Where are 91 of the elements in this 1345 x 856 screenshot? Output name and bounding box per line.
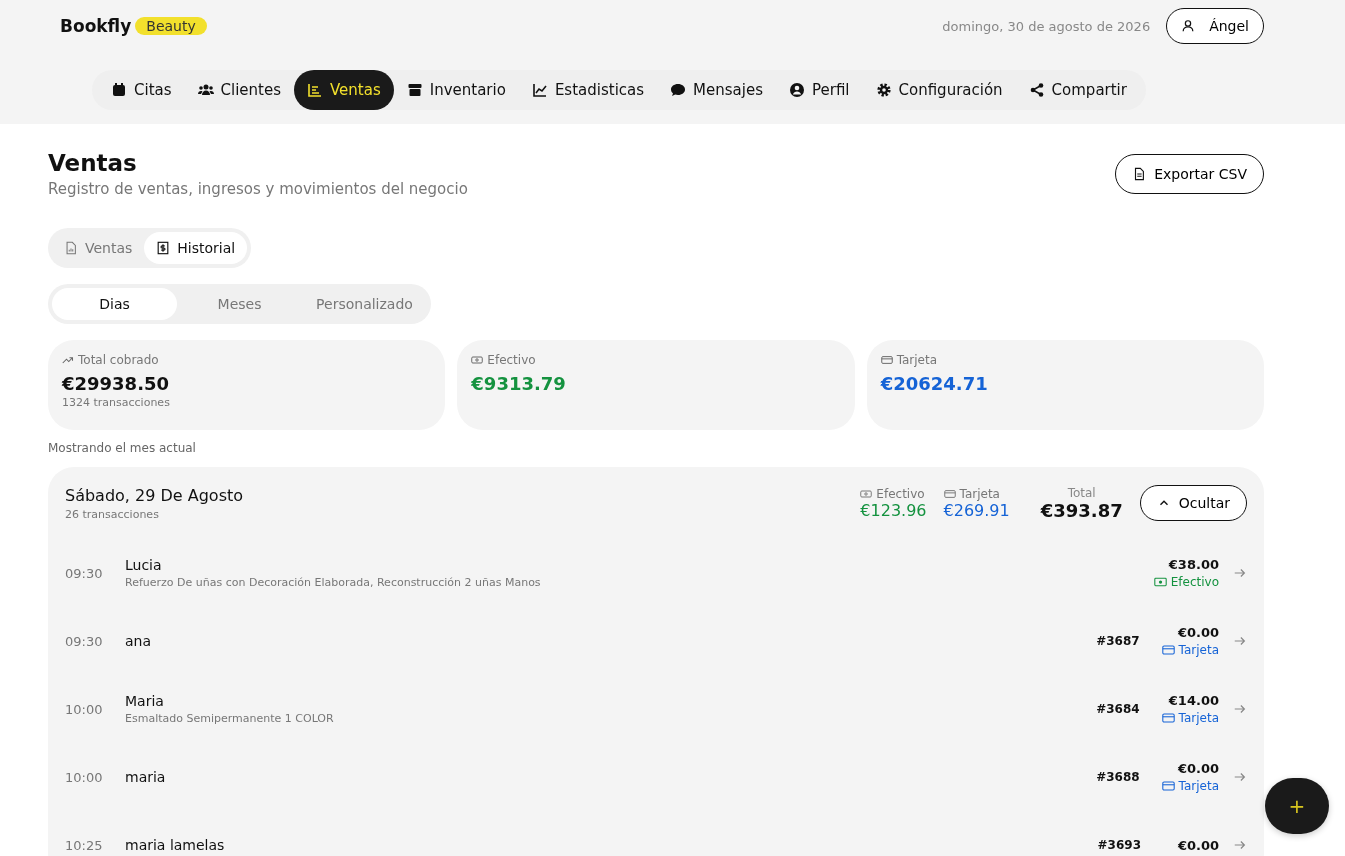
- share-icon: [1028, 82, 1045, 98]
- client-name: maria lamelas: [125, 837, 226, 853]
- card-note: 1324 transacciones: [62, 396, 171, 409]
- user-icon: [1181, 19, 1196, 33]
- nav-tab[interactable]: Configuración: [862, 70, 1016, 110]
- client-name: Maria: [125, 693, 165, 709]
- payment-method: Tarjeta: [1178, 711, 1219, 725]
- card-value: €20624.71: [880, 373, 989, 394]
- page-title: Ventas: [48, 150, 138, 176]
- day-total: €393.87: [1040, 499, 1123, 521]
- period-tab[interactable]: Personalizado: [302, 288, 427, 320]
- card-total: €269.91: [943, 500, 1010, 520]
- payment-method: Tarjeta: [1178, 779, 1219, 793]
- arrow-right-icon[interactable]: [1233, 770, 1247, 784]
- service-list: Esmaltado Semipermanente 1 COLOR: [125, 712, 1097, 725]
- stat-label: Total: [1066, 485, 1097, 500]
- nav-tab[interactable]: Perfil: [775, 70, 863, 110]
- add-button[interactable]: +: [1265, 778, 1329, 834]
- sale-amount: €0.00: [1176, 761, 1219, 776]
- chart-icon: [531, 82, 548, 98]
- document-icon: [64, 241, 78, 255]
- card-value: €9313.79: [471, 373, 567, 394]
- card-icon: [1161, 781, 1175, 791]
- sale-time: 09:30: [65, 565, 104, 581]
- sale-amount: €14.00: [1167, 693, 1219, 708]
- sale-amount: €0.00: [1176, 625, 1219, 640]
- ticket-number: #3687: [1096, 634, 1140, 648]
- box-icon: [406, 82, 423, 98]
- card-icon: [943, 487, 956, 500]
- export-button[interactable]: Exportar CSV: [1115, 154, 1264, 194]
- nav-tab[interactable]: Compartir: [1015, 70, 1140, 110]
- period-tab[interactable]: Dias: [52, 288, 177, 320]
- client-name: Lucia: [125, 557, 163, 573]
- sale-amount: €38.00: [1167, 557, 1219, 572]
- user-button[interactable]: Ángel: [1166, 8, 1264, 44]
- payment-method: Efectivo: [1170, 575, 1219, 589]
- sale-time: 10:00: [65, 769, 104, 785]
- stat-label: Tarjeta: [959, 486, 1000, 501]
- sale-time: 10:00: [65, 701, 104, 717]
- ticket-number: #3693: [1097, 838, 1141, 852]
- payment-method: Tarjeta: [1178, 643, 1219, 657]
- sale-amount: €0.00: [1176, 837, 1219, 853]
- cash-icon: [860, 487, 873, 500]
- cash-icon: [471, 354, 484, 366]
- trend-icon: [62, 354, 74, 366]
- gear-icon: [875, 82, 892, 98]
- cash-total: €123.96: [860, 500, 927, 520]
- card-icon: [1161, 645, 1175, 655]
- card-label: Efectivo: [487, 353, 536, 367]
- service-list: Refuerzo De uñas con Decoración Elaborada, Reconstrucción 2 uñas Manos: [125, 576, 1154, 589]
- stat-label: Efectivo: [876, 486, 925, 501]
- document-icon: [1132, 167, 1147, 181]
- nav-tab[interactable]: Citas: [98, 70, 185, 110]
- ticket-number: #3688: [1096, 770, 1140, 784]
- nav-tab[interactable]: Clientes: [184, 70, 294, 110]
- receipt-icon: [156, 241, 171, 255]
- nav-tab[interactable]: Estadisticas: [518, 70, 658, 110]
- arrow-right-icon[interactable]: [1233, 566, 1247, 580]
- sale-time: 10:25: [65, 837, 104, 853]
- period-tab[interactable]: Meses: [177, 288, 302, 320]
- day-title: Sábado, 29 De Agosto: [65, 485, 244, 505]
- day-count: 26 transacciones: [65, 507, 160, 521]
- chat-icon: [670, 82, 687, 98]
- card-label: Total cobrado: [78, 353, 159, 367]
- card-value: €29938.50: [62, 373, 171, 394]
- card-icon: [880, 354, 893, 366]
- ticket-number: #3684: [1096, 702, 1140, 716]
- page-subtitle: Registro de ventas, ingresos y movimientos del negocio: [48, 180, 468, 198]
- arrow-right-icon[interactable]: [1233, 838, 1247, 852]
- nav-tab[interactable]: Ventas: [294, 70, 394, 110]
- view-tab[interactable]: Historial: [144, 232, 248, 264]
- client-name: maria: [125, 769, 167, 785]
- card-icon: [1161, 713, 1175, 723]
- calendar-icon: [111, 82, 127, 98]
- client-name: ana: [125, 633, 153, 649]
- period-note: Mostrando el mes actual: [48, 441, 197, 455]
- users-icon: [197, 82, 214, 98]
- current-date: domingo, 30 de agosto de 2026: [942, 18, 1151, 34]
- brand-logo[interactable]: Bookfly: [60, 16, 132, 36]
- cash-icon: [1153, 577, 1167, 587]
- arrow-right-icon[interactable]: [1233, 634, 1247, 648]
- collapse-button[interactable]: Ocultar: [1139, 485, 1247, 521]
- list-icon: [307, 82, 323, 98]
- brand-badge: Beauty: [135, 17, 207, 35]
- nav-tab[interactable]: Mensajes: [657, 70, 776, 110]
- card-label: Tarjeta: [896, 353, 938, 367]
- view-tab[interactable]: Ventas: [52, 232, 145, 264]
- user-icon: [788, 82, 805, 98]
- sale-time: 09:30: [65, 633, 104, 649]
- nav-tab[interactable]: Inventario: [393, 70, 519, 110]
- arrow-right-icon[interactable]: [1233, 702, 1247, 716]
